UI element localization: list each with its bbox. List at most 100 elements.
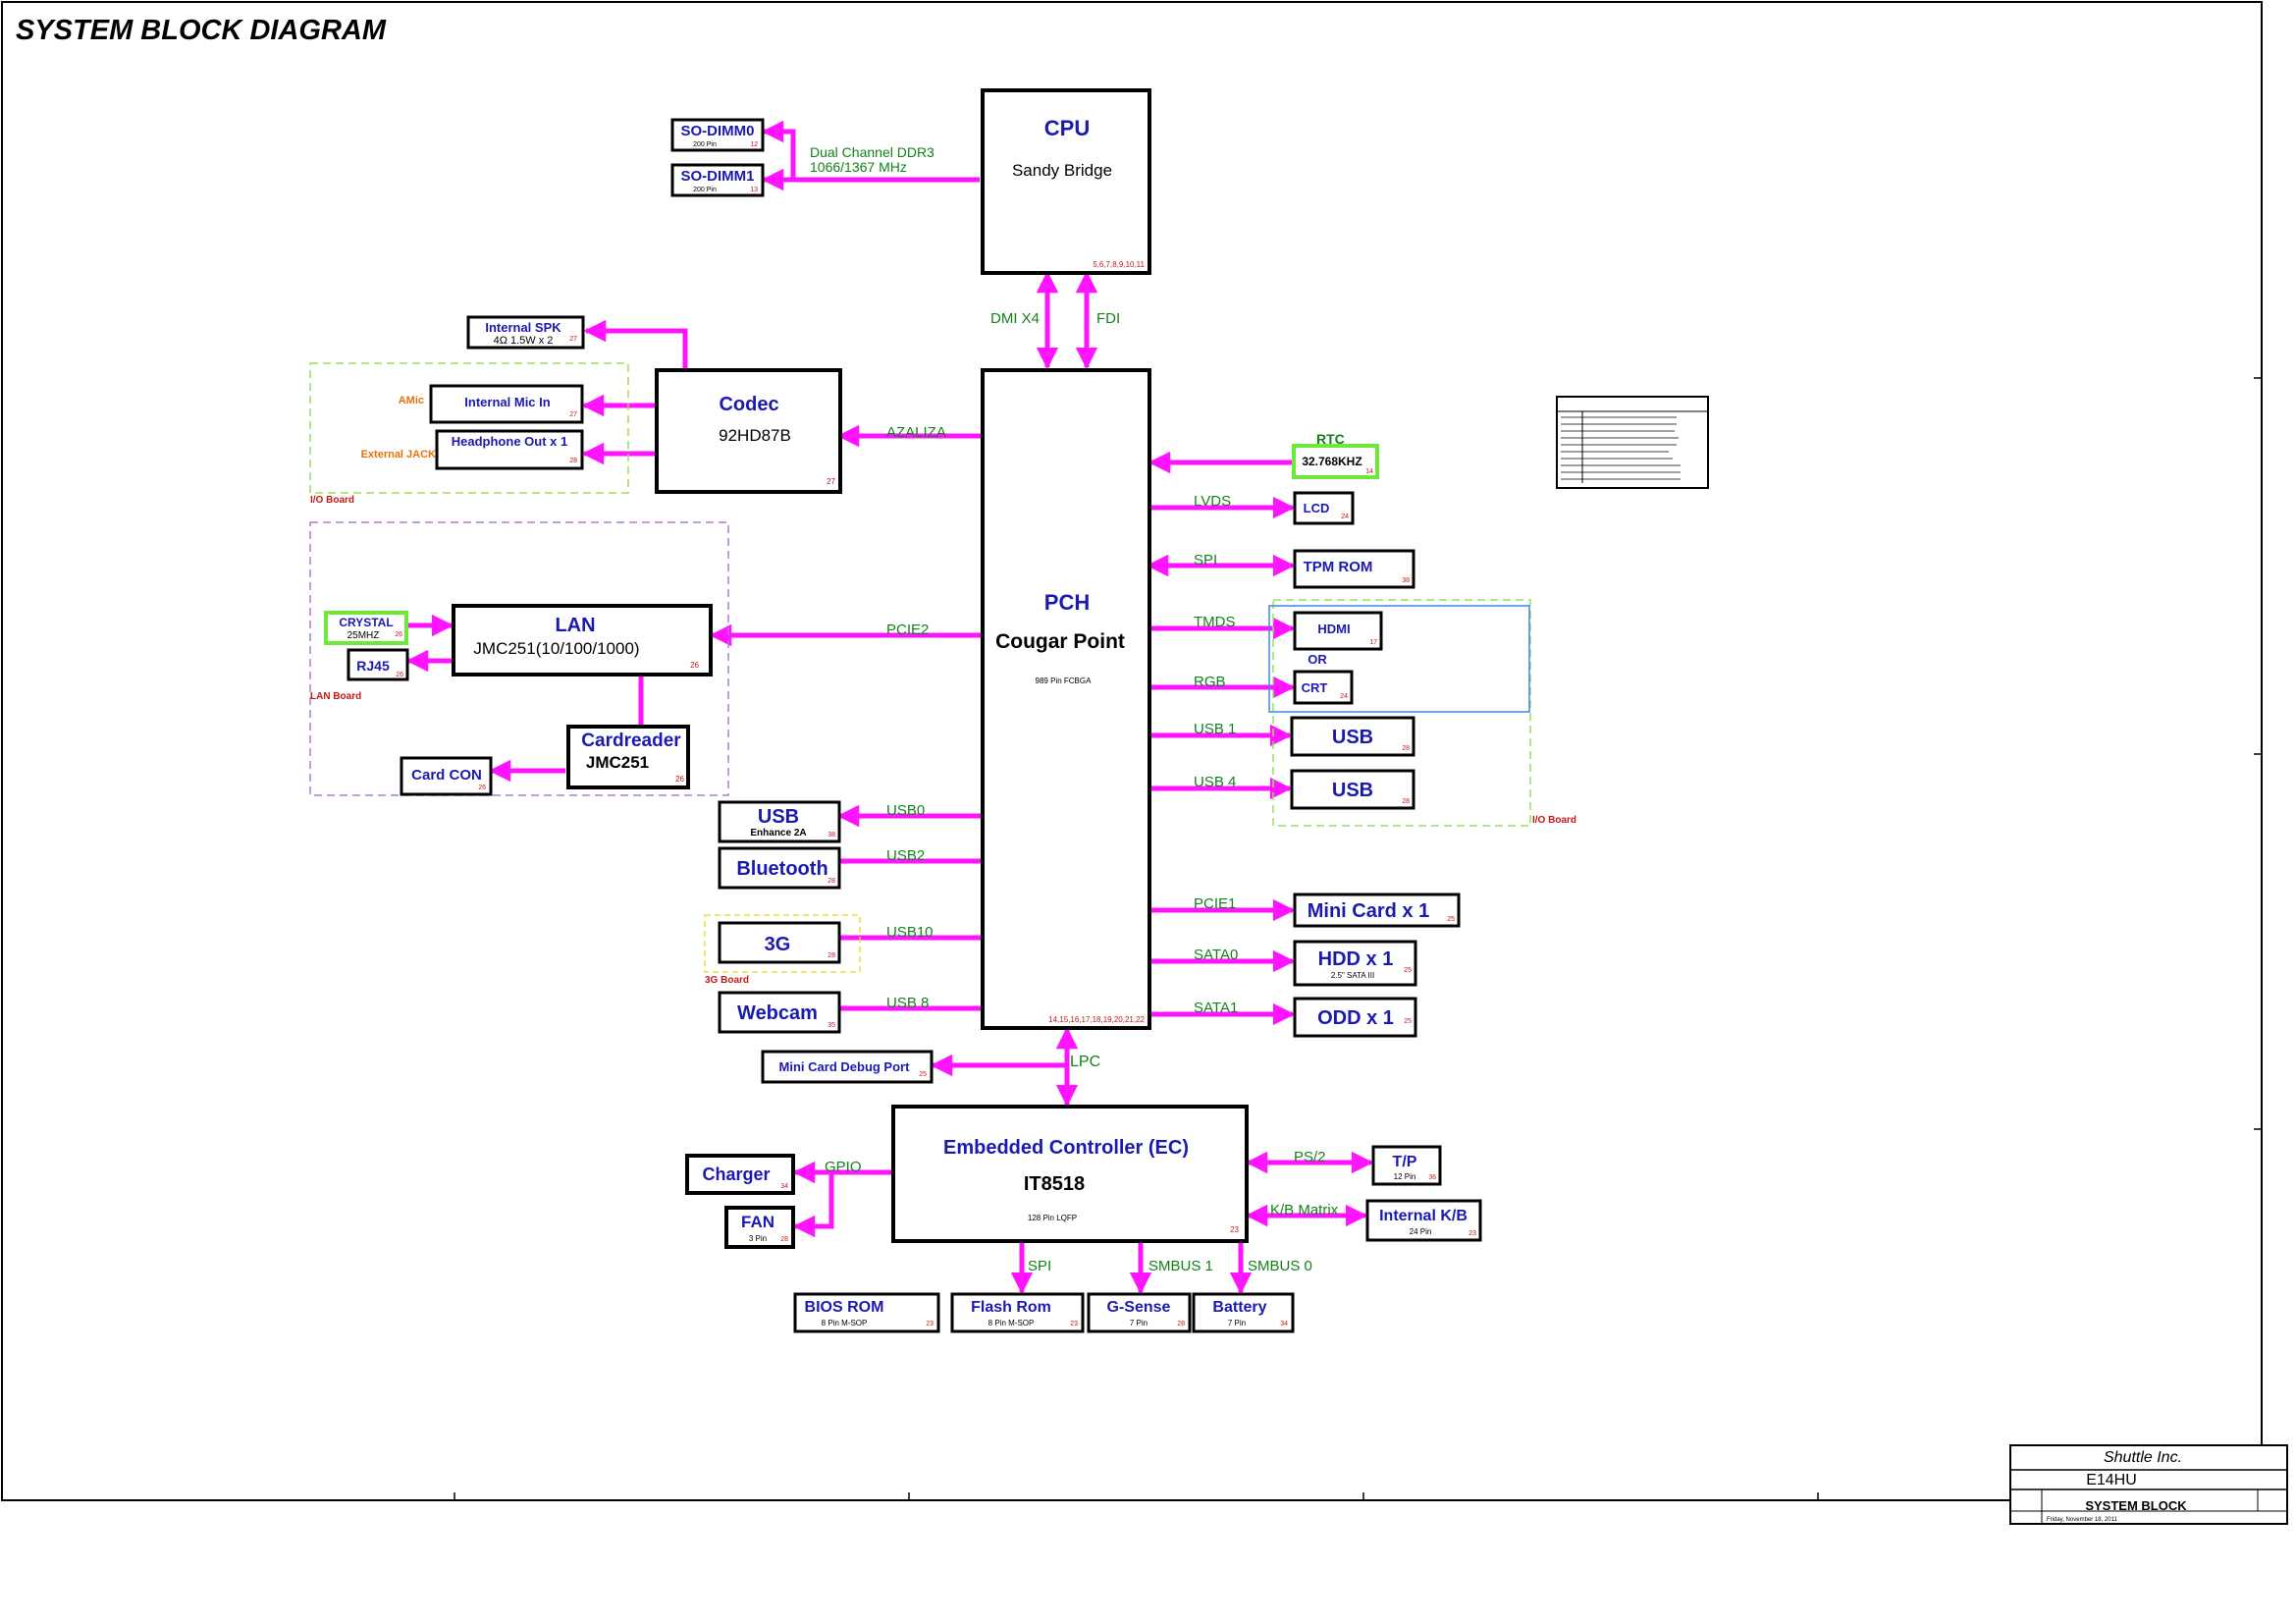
odd-block: ODD x 1 25 — [1293, 997, 1417, 1038]
crt-block: CRT 24 — [1293, 670, 1354, 705]
flash-rom-block: Flash Rom 8 Pin M-SOP 23 — [950, 1292, 1085, 1333]
rj45-block: RJ45 26 — [347, 648, 409, 681]
svg-text:RGB: RGB — [1194, 674, 1226, 690]
svg-text:200 Pin: 200 Pin — [693, 187, 717, 193]
hdd-block: HDD x 1 2.5" SATA III 25 — [1293, 940, 1417, 987]
svg-text:Internal SPK: Internal SPK — [485, 320, 561, 335]
svg-text:23: 23 — [1070, 1321, 1078, 1327]
svg-text:SMBUS 0: SMBUS 0 — [1248, 1258, 1312, 1274]
svg-text:Webcam: Webcam — [737, 1002, 818, 1024]
pch-model: Cougar Point — [995, 630, 1125, 653]
svg-text:USB 4: USB 4 — [1194, 774, 1236, 790]
tp-block: T/P 12 Pin 36 — [1371, 1145, 1442, 1186]
svg-text:LVDS: LVDS — [1194, 493, 1231, 510]
page-title: SYSTEM BLOCK DIAGRAM — [16, 15, 387, 46]
internal-spk-block: Internal SPK 4Ω 1.5W x 2 27 — [466, 315, 585, 350]
svg-text:SATA0: SATA0 — [1194, 947, 1238, 963]
lcd-block: LCD 24 — [1293, 491, 1355, 525]
svg-text:12 Pin: 12 Pin — [1394, 1172, 1416, 1181]
svg-text:USB: USB — [1332, 727, 1373, 748]
svg-text:Bluetooth: Bluetooth — [736, 858, 828, 880]
cpu-name: CPU — [1044, 116, 1090, 140]
svg-text:38: 38 — [1402, 577, 1410, 584]
svg-text:34: 34 — [1280, 1321, 1288, 1327]
svg-text:HDMI: HDMI — [1317, 622, 1350, 636]
svg-text:SPI: SPI — [1194, 552, 1217, 568]
g3-block: 3G 28 — [718, 921, 841, 964]
svg-text:7 Pin: 7 Pin — [1228, 1319, 1246, 1327]
svg-text:USB2: USB2 — [886, 847, 925, 864]
svg-text:USB 1: USB 1 — [1194, 721, 1236, 737]
svg-text:23: 23 — [1468, 1230, 1476, 1237]
gsense-block: G-Sense 7 Pin 28 — [1087, 1292, 1192, 1333]
svg-text:FDI: FDI — [1096, 310, 1120, 327]
svg-text:27: 27 — [569, 411, 577, 418]
document-name: SYSTEM BLOCK — [2085, 1498, 2187, 1513]
svg-text:Internal Mic In: Internal Mic In — [464, 395, 550, 409]
webcam-block: Webcam 35 — [718, 991, 841, 1034]
svg-text:26: 26 — [478, 785, 486, 791]
svg-text:HDD x 1: HDD x 1 — [1318, 948, 1394, 970]
svg-text:3G: 3G — [765, 934, 791, 955]
battery-block: Battery 7 Pin 34 — [1192, 1292, 1295, 1333]
svg-text:I/O Board: I/O Board — [1532, 815, 1576, 826]
svg-text:USB: USB — [1332, 780, 1373, 801]
svg-text:I/O Board: I/O Board — [310, 495, 354, 506]
cardreader-block: Cardreader JMC251 26 — [566, 725, 690, 789]
or-label: OR — [1308, 652, 1327, 667]
svg-text:3 Pin: 3 Pin — [749, 1234, 767, 1243]
svg-text:USB0: USB0 — [886, 802, 925, 819]
svg-text:35: 35 — [828, 1022, 835, 1029]
sodimm0-block: SO-DIMM0 200 Pin 12 — [670, 118, 765, 152]
cardreader-name: Cardreader — [581, 731, 681, 751]
lan-name: LAN — [555, 615, 595, 636]
svg-text:Dual Channel DDR3: Dual Channel DDR3 — [810, 144, 934, 160]
sodimm1-block: SO-DIMM1 200 Pin 13 — [670, 163, 765, 197]
ec-name: Embedded Controller (EC) — [943, 1137, 1189, 1159]
svg-text:SMBUS 1: SMBUS 1 — [1148, 1258, 1213, 1274]
usb-left-block: USB Enhance 2A 38 — [718, 800, 841, 843]
svg-text:Internal K/B: Internal K/B — [1379, 1208, 1468, 1224]
svg-text:25: 25 — [1447, 916, 1455, 923]
cardreader-page: 26 — [675, 775, 684, 784]
svg-text:2.5" SATA III: 2.5" SATA III — [1331, 971, 1374, 980]
svg-text:PS/2: PS/2 — [1294, 1149, 1326, 1165]
svg-text:27: 27 — [569, 336, 577, 343]
cpu-pages: 5,6,7,8,9,10,11 — [1093, 260, 1145, 269]
svg-text:TMDS: TMDS — [1194, 614, 1236, 630]
svg-text:Battery: Battery — [1212, 1299, 1266, 1316]
lan-model: JMC251(10/100/1000) — [473, 639, 639, 658]
document-date: Friday, November 18, 2011 — [2047, 1517, 2117, 1523]
svg-text:AMic: AMic — [399, 395, 424, 406]
svg-text:7 Pin: 7 Pin — [1130, 1319, 1148, 1327]
svg-text:8 Pin M-SOP: 8 Pin M-SOP — [988, 1319, 1035, 1327]
svg-text:32.768KHZ: 32.768KHZ — [1302, 455, 1362, 468]
mini-card-block: Mini Card x 1 25 — [1293, 893, 1461, 928]
ec-package: 128 Pin LQFP — [1028, 1214, 1077, 1222]
svg-text:13: 13 — [750, 187, 758, 193]
svg-text:23: 23 — [926, 1321, 934, 1327]
svg-text:3G Board: 3G Board — [705, 975, 749, 986]
svg-text:USB10: USB10 — [886, 924, 934, 941]
gpio-fan-line — [792, 1169, 892, 1238]
svg-text:Headphone Out x 1: Headphone Out x 1 — [452, 434, 567, 449]
svg-text:Mini Card x 1: Mini Card x 1 — [1308, 900, 1429, 922]
usb-right-1-block: USB 28 — [1290, 716, 1415, 757]
hdmi-block: HDMI 17 — [1293, 611, 1383, 651]
svg-text:LPC: LPC — [1070, 1054, 1100, 1070]
ec-model: IT8518 — [1024, 1173, 1085, 1195]
headphone-block: Headphone Out x 1 28 — [435, 429, 584, 470]
svg-text:K/B Matrix: K/B Matrix — [1270, 1202, 1339, 1218]
svg-text:GPIO: GPIO — [825, 1159, 862, 1175]
pch-pages: 14,15,16,17,18,19,20,21,22 — [1048, 1015, 1145, 1024]
codec-page: 27 — [827, 477, 835, 486]
svg-text:26: 26 — [396, 672, 403, 678]
charger-block: Charger 34 — [685, 1154, 795, 1195]
svg-text:200 Pin: 200 Pin — [693, 141, 717, 148]
svg-text:28: 28 — [1402, 798, 1410, 805]
codec-block: Codec 92HD87B 27 — [655, 368, 842, 494]
cpu-model: Sandy Bridge — [1012, 161, 1112, 180]
rtc-crystal-block: 32.768KHZ 14 — [1292, 444, 1379, 479]
svg-text:24: 24 — [1340, 693, 1348, 700]
svg-text:T/P: T/P — [1393, 1154, 1417, 1170]
